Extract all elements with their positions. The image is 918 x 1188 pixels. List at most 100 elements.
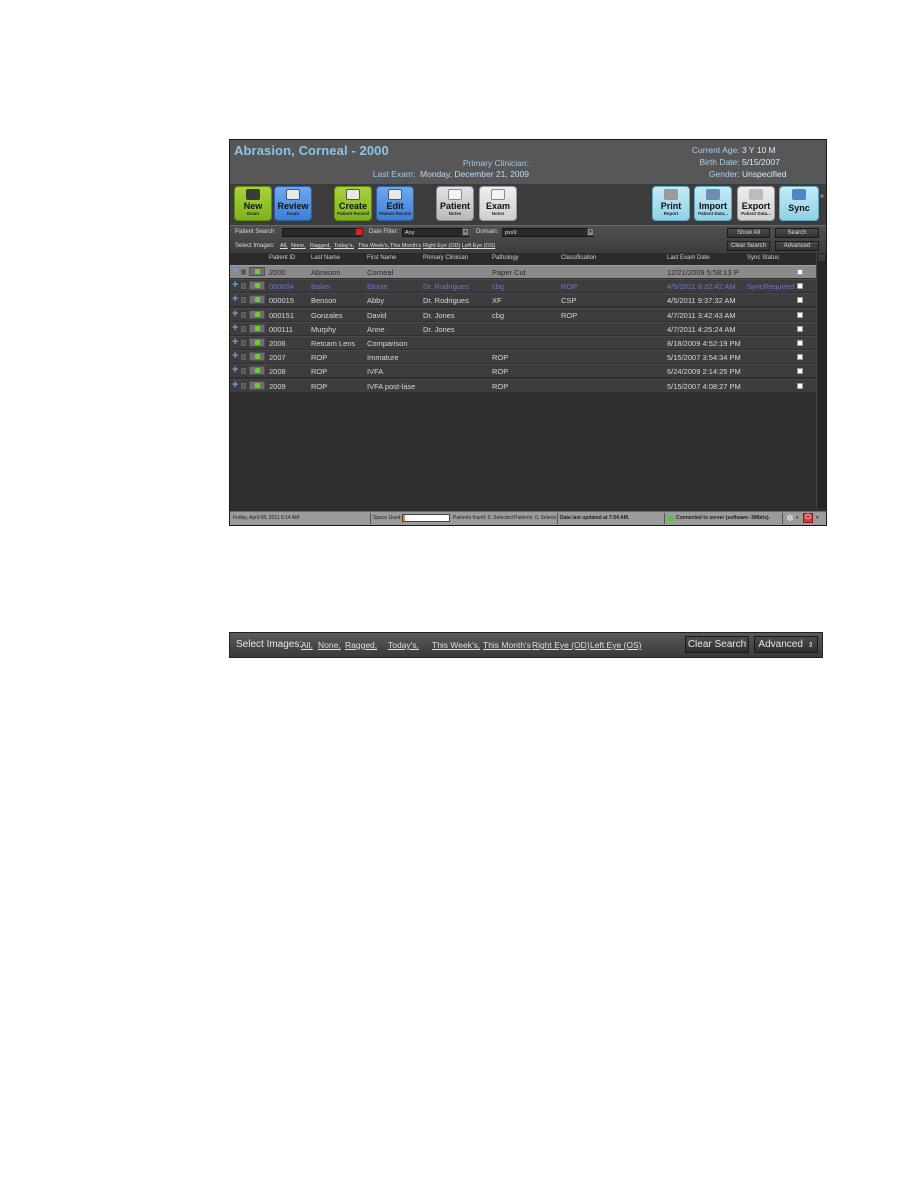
patient-search-input[interactable]	[282, 228, 362, 237]
row-select-checkbox[interactable]	[797, 297, 803, 304]
table-row[interactable]: +000034 Baker Elonie Dr. Rodrigues cbg ROP 4/5…	[230, 279, 816, 293]
table-scrollbar[interactable]	[816, 253, 826, 508]
row-select-checkbox[interactable]	[797, 269, 803, 275]
strip-clear-search-button[interactable]: Clear Search	[685, 636, 749, 653]
row-select-checkbox[interactable]	[797, 283, 803, 290]
table-row[interactable]: +000015 Benson Abby Dr. Rodrigues XF CSP 4/5/2…	[230, 293, 816, 307]
strip-this-weeks-link[interactable]: This Week's,	[432, 640, 480, 650]
table-row[interactable]: +2000 Abrasion Corneal Paper Cut 12/21/2009 …	[230, 265, 816, 278]
scroll-up-icon[interactable]	[818, 254, 825, 261]
select-none-link[interactable]: None,	[291, 243, 306, 249]
strip-advanced-label: Advanced	[758, 639, 803, 650]
expand-plus-icon[interactable]: +	[232, 266, 238, 277]
row-select-checkbox[interactable]	[797, 382, 803, 389]
strip-left-eye-link[interactable]: Left Eye (OS)	[590, 640, 642, 650]
select-this-weeks-link[interactable]: This Week's,	[358, 243, 389, 249]
print-report-button[interactable]: Print Report	[652, 186, 690, 221]
table-row[interactable]: +2008 ROP IVFA ROP 6/24/2009 2:14:25 PM	[230, 364, 816, 378]
edit-patient-record-button[interactable]: Edit Patient Record	[376, 186, 414, 221]
table-row[interactable]: +2006 Retcam Lens Comparison 8/18/2009 4:52…	[230, 335, 816, 349]
column-sync-status[interactable]: Sync Status	[747, 255, 779, 261]
open-patient-arrow-icon[interactable]	[249, 380, 265, 390]
date-filter-select[interactable]: Any	[402, 228, 469, 237]
new-exam-button[interactable]: New Exam	[234, 186, 272, 221]
row-select-checkbox[interactable]	[797, 368, 803, 375]
domain-dropdown-icon[interactable]: ▾	[587, 228, 594, 236]
open-patient-arrow-icon[interactable]	[249, 352, 265, 362]
expand-plus-icon[interactable]: +	[232, 294, 238, 305]
open-patient-arrow-icon[interactable]	[249, 281, 265, 291]
table-row[interactable]: +2009 ROP IVFA post-lase ROP 5/15/2007 4:08:…	[230, 378, 816, 392]
open-patient-arrow-icon[interactable]	[249, 366, 265, 376]
open-patient-arrow-icon[interactable]	[249, 295, 265, 305]
column-first-name[interactable]: First Name	[367, 255, 396, 261]
cell-last-exam-date: 4/5/2011 8:32:42 AM	[667, 282, 736, 292]
status-connection: Connected to server (software- 3Mbits).	[676, 515, 770, 521]
search-button[interactable]: Search	[775, 228, 819, 238]
show-all-button[interactable]: Show All	[727, 228, 770, 238]
sync-button[interactable]: Sync	[779, 186, 819, 221]
strip-advanced-button[interactable]: Advanced ⇕	[754, 636, 818, 653]
power-icon[interactable]: ⏻	[803, 513, 813, 523]
export-sublabel: Patient Data...	[741, 211, 771, 216]
column-pathology[interactable]: Pathology	[492, 255, 519, 261]
row-select-checkbox[interactable]	[797, 311, 803, 318]
table-row[interactable]: +000151 Gonzales David Dr. Jones cbg ROP 4/7/2…	[230, 307, 816, 321]
date-filter-dropdown-icon[interactable]: ▾	[462, 228, 469, 236]
exam-notes-button[interactable]: Exam Notes	[479, 186, 517, 221]
select-this-months-link[interactable]: This Month's	[390, 243, 421, 249]
expand-plus-icon[interactable]: +	[232, 351, 238, 362]
expand-plus-icon[interactable]: +	[232, 379, 238, 391]
import-patient-data-button[interactable]: Import Patient Data...	[694, 186, 732, 221]
row-select-checkbox[interactable]	[797, 325, 803, 332]
column-patient-id[interactable]: Patient ID	[269, 255, 295, 261]
patient-notes-button[interactable]: Patient Notes	[436, 186, 474, 221]
clear-search-button[interactable]: Clear Search	[727, 241, 770, 251]
table-row[interactable]: +000111 Murphy Anne Dr. Jones 4/7/2011 4:25:…	[230, 321, 816, 335]
open-patient-arrow-icon[interactable]	[249, 337, 265, 347]
strip-right-eye-link[interactable]: Right Eye (OD)	[532, 640, 590, 650]
green-arrow-icon	[255, 269, 260, 274]
table-row[interactable]: +2007 ROP Immature ROP 5/15/2007 3:54:34 PM	[230, 350, 816, 364]
expand-plus-icon[interactable]: +	[232, 308, 238, 320]
strip-this-months-link[interactable]: This Month's	[483, 640, 531, 650]
select-right-eye-link[interactable]: Right Eye (OD)	[423, 243, 460, 249]
expand-plus-icon[interactable]: +	[232, 322, 238, 334]
toolbar-overflow-icon[interactable]: »	[820, 193, 826, 200]
open-patient-arrow-icon[interactable]	[249, 267, 265, 276]
review-exam-button[interactable]: Review Exam	[274, 186, 312, 221]
settings-caret-icon[interactable]: ▾	[796, 515, 799, 521]
clear-search-input-icon[interactable]	[355, 228, 363, 236]
row-select-checkbox[interactable]	[797, 339, 803, 346]
current-age-label: Current Age:	[691, 145, 740, 155]
patient-notes-sublabel: Notes	[448, 211, 462, 216]
export-patient-data-button[interactable]: Export Patient Data...	[737, 186, 775, 221]
cell-first-name: Immature	[367, 353, 399, 363]
expand-plus-icon[interactable]: +	[232, 336, 238, 348]
strip-none-link[interactable]: None,	[318, 640, 341, 650]
green-arrow-icon	[255, 283, 260, 289]
strip-all-link[interactable]: All,	[301, 640, 313, 650]
column-last-name[interactable]: Last Name	[311, 255, 340, 261]
strip-ragged-link[interactable]: Ragged,	[345, 640, 377, 650]
cell-last-name: Abrasion	[311, 268, 341, 277]
open-patient-arrow-icon[interactable]	[249, 323, 265, 333]
settings-gear-icon[interactable]: ✲	[785, 513, 795, 523]
column-primary-clinician[interactable]: Primary Clinician	[423, 255, 468, 261]
domain-select[interactable]: pxx9	[502, 228, 594, 237]
exam-notes-label: Exam	[485, 201, 511, 211]
column-classification[interactable]: Classification	[561, 255, 596, 261]
power-caret-icon[interactable]: ▾	[816, 515, 819, 521]
select-todays-link[interactable]: Today's,	[334, 243, 354, 249]
advanced-button[interactable]: Advanced	[775, 241, 819, 251]
column-last-exam-date[interactable]: Last Exam Date	[667, 255, 710, 261]
create-patient-record-button[interactable]: Create Patient Record	[334, 186, 372, 221]
open-patient-arrow-icon[interactable]	[249, 309, 265, 319]
select-left-eye-link[interactable]: Left Eye (OS)	[462, 243, 495, 249]
select-all-link[interactable]: All,	[280, 243, 288, 249]
expand-plus-icon[interactable]: +	[232, 280, 238, 291]
expand-plus-icon[interactable]: +	[232, 365, 238, 376]
row-select-checkbox[interactable]	[797, 354, 803, 361]
select-ragged-link[interactable]: Ragged,	[310, 243, 331, 249]
strip-todays-link[interactable]: Today's,	[388, 640, 419, 650]
